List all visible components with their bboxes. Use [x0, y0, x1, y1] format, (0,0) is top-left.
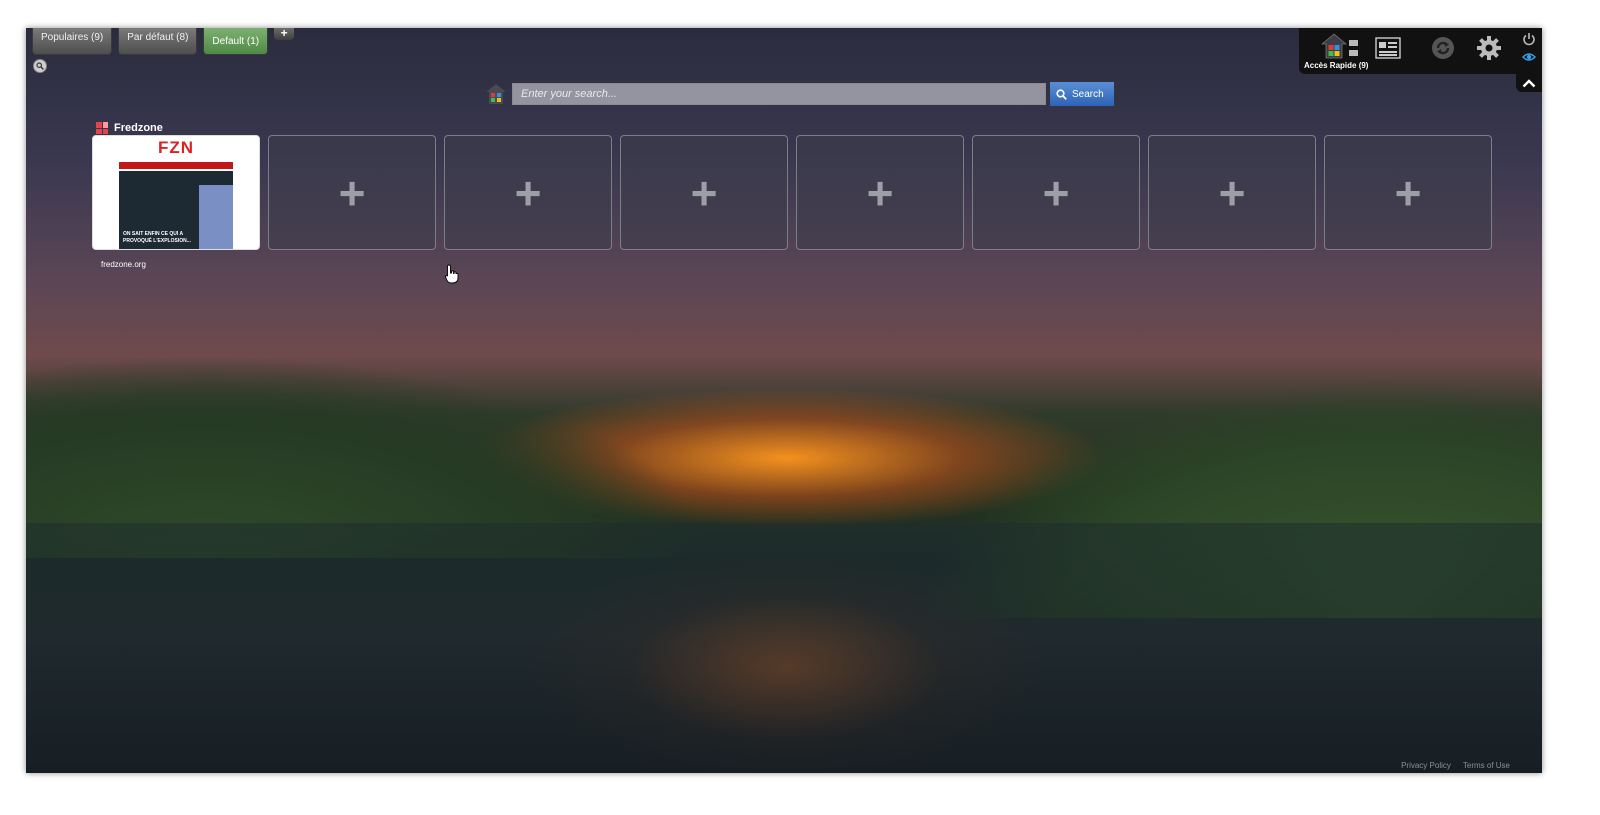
home-icon[interactable] — [1321, 33, 1347, 59]
search-input[interactable] — [512, 83, 1046, 105]
add-tab-button[interactable]: + — [274, 28, 295, 40]
thumb-logo: FZN — [157, 138, 195, 157]
plus-icon: + — [514, 166, 542, 219]
search-button[interactable]: Search — [1050, 82, 1114, 106]
speed-dial-tile-empty[interactable]: + — [444, 135, 612, 250]
cursor-hand-icon — [445, 264, 459, 284]
background-river — [26, 523, 1542, 773]
power-icon[interactable] — [1522, 32, 1536, 46]
plus-icon: + — [1042, 166, 1070, 219]
refresh-icon[interactable] — [1431, 36, 1455, 60]
plus-icon: + — [1394, 166, 1422, 219]
speed-dial-tile-empty[interactable]: + — [1148, 135, 1316, 250]
thumb-navbar — [119, 162, 233, 169]
privacy-policy-link[interactable]: Privacy Policy — [1401, 761, 1451, 770]
zoom-icon[interactable] — [33, 59, 47, 73]
speed-dial-tile-empty[interactable]: + — [268, 135, 436, 250]
plus-icon: + — [690, 166, 718, 219]
tab-default[interactable]: Default (1) — [203, 28, 269, 55]
speed-dial-tile-empty[interactable]: + — [1324, 135, 1492, 250]
thumb-caption: ON SAIT ENFIN CE QUI A PROVOQUÉ L'EXPLOS… — [123, 231, 191, 244]
speed-dial-tile-empty[interactable]: + — [620, 135, 788, 250]
search-button-label: Search — [1072, 88, 1104, 100]
newsreader-icon[interactable] — [1375, 36, 1401, 60]
plus-icon: + — [1218, 166, 1246, 219]
speed-dial-grid: FZN ON SAIT ENFIN CE QUI A PROVOQUÉ L'EX… — [92, 135, 1492, 250]
background-trees-left — [26, 278, 726, 558]
quick-access-panel: Accès Rapide (9) — [1299, 28, 1542, 74]
tab-par-defaut[interactable]: Par défaut (8) — [118, 28, 198, 55]
search-logo-icon — [486, 84, 506, 104]
footer-links: Privacy Policy Terms of Use — [1401, 761, 1510, 770]
plus-icon: + — [338, 166, 366, 219]
site-title-text: Fredzone — [114, 122, 163, 134]
eye-icon[interactable] — [1522, 52, 1536, 62]
thumb-content: ON SAIT ENFIN CE QUI A PROVOQUÉ L'EXPLOS… — [119, 171, 233, 249]
speed-dial-tile-empty[interactable]: + — [796, 135, 964, 250]
site-title: Fredzone — [96, 122, 163, 134]
speed-dial-tile-fredzone[interactable]: FZN ON SAIT ENFIN CE QUI A PROVOQUÉ L'EX… — [92, 135, 260, 250]
tab-bar: Populaires (9) Par défaut (8) Default (1… — [32, 28, 295, 55]
speed-dial-tile-empty[interactable]: + — [972, 135, 1140, 250]
browser-window: Populaires (9) Par défaut (8) Default (1… — [26, 28, 1542, 773]
list-icon[interactable] — [1349, 38, 1358, 58]
search-bar: Search — [484, 82, 1114, 106]
terms-of-use-link[interactable]: Terms of Use — [1463, 761, 1510, 770]
plus-icon: + — [866, 166, 894, 219]
quick-access-label: Accès Rapide (9) — [1304, 61, 1369, 70]
site-url: fredzone.org — [101, 260, 146, 269]
collapse-panel-button[interactable] — [1516, 74, 1542, 92]
magnifier-icon — [1056, 88, 1067, 100]
chevron-up-icon — [1522, 78, 1536, 87]
gear-icon[interactable] — [1477, 36, 1501, 60]
thumb-sidebar — [199, 185, 233, 249]
favicon-icon — [96, 122, 108, 134]
tab-populaires[interactable]: Populaires (9) — [32, 28, 113, 55]
